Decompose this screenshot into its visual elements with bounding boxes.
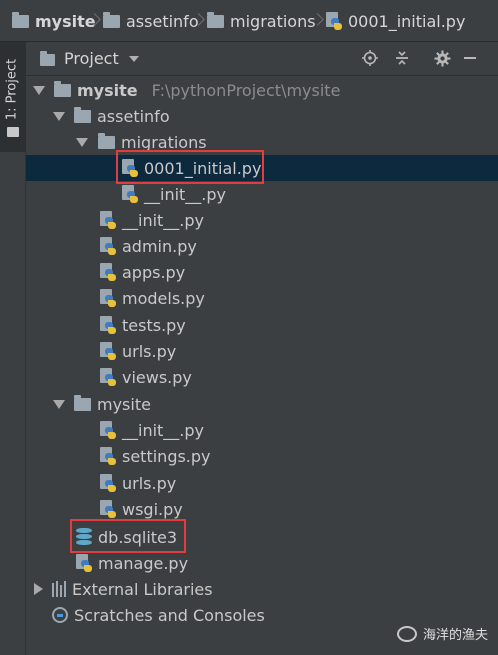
expand-arrow-icon[interactable] <box>53 400 65 409</box>
locate-icon[interactable] <box>360 48 380 68</box>
python-file-icon <box>100 446 116 466</box>
expand-arrow-icon[interactable] <box>33 86 45 95</box>
folder-icon <box>74 394 91 411</box>
python-file-icon <box>100 315 116 335</box>
tree-item-db-sqlite3[interactable]: db.sqlite3 <box>26 524 498 550</box>
expand-arrow-icon[interactable] <box>53 112 65 121</box>
tree-item-manage[interactable]: manage.py <box>26 550 498 576</box>
tree-item-migrations-init[interactable]: __init__.py <box>26 181 498 207</box>
tree-item-file[interactable]: tests.py <box>26 312 498 338</box>
expand-arrow-icon[interactable] <box>76 138 88 147</box>
python-file-icon <box>76 553 92 573</box>
python-file-icon <box>100 210 116 230</box>
python-file-icon <box>100 473 116 493</box>
breadcrumb: mysite assetinfo migrations 0001_initial… <box>0 0 498 42</box>
python-file-icon <box>122 184 138 204</box>
tree-item-file[interactable]: settings.py <box>26 443 498 469</box>
wechat-icon <box>396 625 417 642</box>
watermark: 海洋的渔夫 <box>396 624 488 643</box>
project-icon <box>40 51 55 66</box>
project-tree: mysite F:\pythonProject\mysite assetinfo… <box>26 76 498 655</box>
python-file-icon <box>100 236 116 256</box>
expand-arrow-icon[interactable] <box>34 583 43 595</box>
python-file-icon <box>326 11 342 31</box>
tree-item-file[interactable]: __init__.py <box>26 207 498 233</box>
breadcrumb-item-assetinfo[interactable]: assetinfo <box>103 0 199 42</box>
chevron-down-icon <box>128 55 139 62</box>
scratches-icon <box>52 607 68 623</box>
breadcrumb-separator <box>316 13 322 27</box>
tree-item-file[interactable]: __init__.py <box>26 417 498 443</box>
tool-window-stripe: 1: Project <box>0 42 26 655</box>
gear-icon[interactable] <box>432 48 452 68</box>
library-icon <box>52 581 66 597</box>
project-panel-header: Project <box>26 42 498 75</box>
folder-icon <box>12 11 29 28</box>
tree-item-file[interactable]: urls.py <box>26 470 498 496</box>
tree-item-root[interactable]: mysite F:\pythonProject\mysite <box>26 77 498 103</box>
folder-icon <box>54 80 71 97</box>
tree-item-file[interactable]: models.py <box>26 285 498 311</box>
minimize-icon[interactable] <box>460 48 480 68</box>
collapse-all-icon[interactable] <box>392 48 412 68</box>
tree-item-file[interactable]: urls.py <box>26 338 498 364</box>
tree-item-migrations[interactable]: migrations <box>26 129 498 155</box>
project-view-selector[interactable]: Project <box>64 42 139 75</box>
breadcrumb-separator <box>93 13 99 27</box>
python-file-icon <box>100 499 116 519</box>
python-file-icon <box>100 341 116 361</box>
folder-icon <box>103 11 120 28</box>
folder-icon <box>98 132 115 149</box>
tree-item-file[interactable]: wsgi.py <box>26 496 498 522</box>
folder-icon <box>74 106 91 123</box>
tree-item-mysite-package[interactable]: mysite <box>26 391 498 417</box>
tree-item-file[interactable]: views.py <box>26 364 498 390</box>
breadcrumb-separator <box>197 13 203 27</box>
python-file-icon <box>100 288 116 308</box>
database-icon <box>76 528 92 546</box>
python-file-icon <box>122 158 138 178</box>
breadcrumb-item-mysite[interactable]: mysite <box>12 0 96 42</box>
python-file-icon <box>100 420 116 440</box>
tree-item-external-libraries[interactable]: External Libraries <box>26 576 498 602</box>
breadcrumb-item-migrations[interactable]: migrations <box>207 0 316 42</box>
tree-item-0001-initial[interactable]: 0001_initial.py <box>26 155 498 181</box>
breadcrumb-item-file[interactable]: 0001_initial.py <box>326 0 465 42</box>
python-file-icon <box>100 367 116 387</box>
folder-icon <box>207 11 224 28</box>
tree-item-file[interactable]: admin.py <box>26 233 498 259</box>
folder-icon <box>7 127 19 137</box>
python-file-icon <box>100 262 116 282</box>
tree-item-file[interactable]: apps.py <box>26 259 498 285</box>
tree-item-assetinfo[interactable]: assetinfo <box>26 103 498 129</box>
